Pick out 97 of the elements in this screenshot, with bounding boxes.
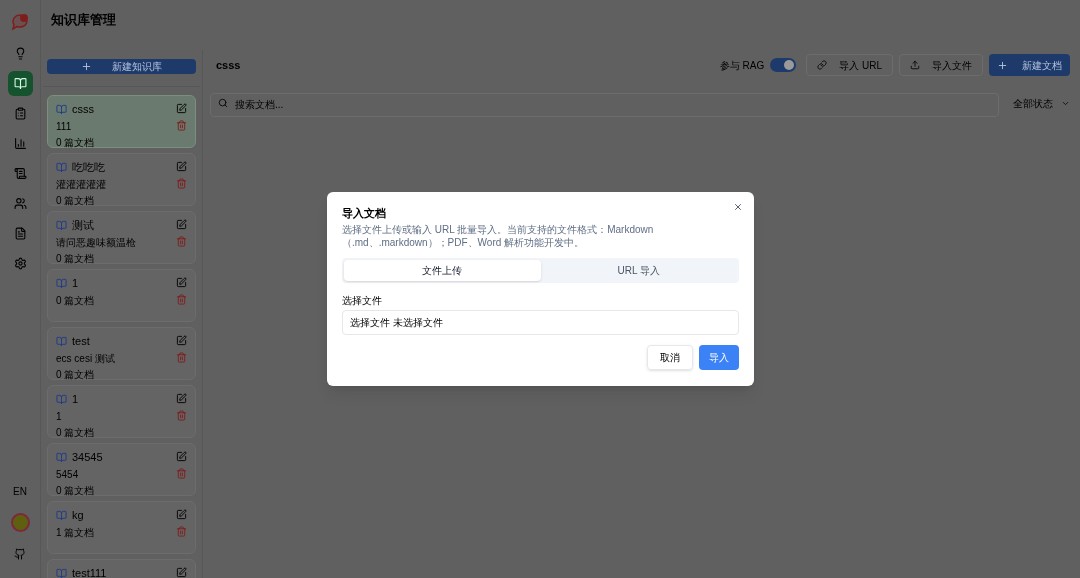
new-document-button[interactable]: 新建文档 xyxy=(989,54,1070,76)
knowledge-base-name: 34545 xyxy=(72,450,103,465)
book-icon xyxy=(56,277,67,289)
knowledge-base-description: 请问恶趣味额温枪 xyxy=(56,235,136,250)
knowledge-base-card[interactable]: 测试 请问恶趣味额温枪 0 篇文档 xyxy=(47,211,196,264)
document-count: 0 篇文档 xyxy=(56,251,96,266)
knowledge-base-card[interactable]: test111 xyxy=(47,559,196,578)
file-icon xyxy=(13,227,27,240)
edit-icon[interactable] xyxy=(176,161,187,172)
book-icon xyxy=(56,393,67,405)
knowledge-base-description: 灌灌灌灌灌 xyxy=(56,177,106,192)
status-dropdown[interactable]: 全部状态 xyxy=(1009,91,1070,116)
knowledge-base-card[interactable]: test ecs cesi 测试 0 篇文档 xyxy=(47,327,196,380)
knowledge-base-name: 1 xyxy=(72,276,79,291)
book-icon xyxy=(56,509,67,521)
delete-icon[interactable] xyxy=(176,294,187,305)
search-field[interactable]: 搜索文档... xyxy=(210,92,999,117)
bar-chart-icon xyxy=(13,137,27,150)
import-url-button[interactable]: 导入 URL xyxy=(806,54,893,76)
choose-file-button[interactable]: 选择文件 xyxy=(350,314,390,330)
knowledge-base-description: 1 xyxy=(56,409,63,424)
knowledge-base-name: 测试 xyxy=(72,218,94,233)
plus-icon xyxy=(81,61,92,72)
avatar xyxy=(10,513,30,532)
tab[interactable]: 文件上传 xyxy=(344,259,541,281)
edit-icon[interactable] xyxy=(176,335,187,346)
knowledge-base-card[interactable]: 1 1 0 篇文档 xyxy=(47,385,196,438)
book-icon xyxy=(56,335,67,347)
file-input[interactable]: 选择文件 未选择文件 xyxy=(342,309,739,335)
edit-icon[interactable] xyxy=(176,103,187,114)
document-count: 1 篇文档 xyxy=(56,525,95,540)
knowledge-base-title: csss xyxy=(215,57,241,73)
github-icon xyxy=(14,547,26,560)
delete-icon[interactable] xyxy=(176,120,187,131)
edit-icon[interactable] xyxy=(176,393,187,404)
rag-label: 参与 RAG xyxy=(719,58,765,73)
book-icon xyxy=(56,451,67,463)
book-icon xyxy=(13,77,27,90)
scroll-icon xyxy=(13,167,27,180)
page-title: 知识库管理 xyxy=(50,11,117,29)
close-icon xyxy=(733,202,743,212)
import-button[interactable]: 导入 xyxy=(699,344,739,370)
logo-icon xyxy=(10,12,30,32)
cancel-button[interactable]: 取消 xyxy=(647,344,693,370)
knowledge-base-card[interactable]: kg 1 篇文档 xyxy=(47,501,196,554)
knowledge-base-card[interactable]: 吃吃吃 灌灌灌灌灌 0 篇文档 xyxy=(47,153,196,206)
close-button[interactable] xyxy=(733,202,743,212)
document-count: 0 篇文档 xyxy=(56,367,96,382)
knowledge-base-name: 吃吃吃 xyxy=(72,160,105,175)
edit-icon[interactable] xyxy=(176,219,187,230)
knowledge-base-card[interactable]: 1 0 篇文档 xyxy=(47,269,196,322)
dialog-description: 选择文件上传或输入 URL 批量导入。当前支持的文件格式：Markdown（.md、.markdown）；PDF、Word 解析功能开发中。 xyxy=(342,222,655,249)
knowledge-base-name: kg xyxy=(72,508,84,523)
knowledge-base-name: test xyxy=(72,334,90,349)
edit-icon[interactable] xyxy=(176,277,187,288)
book-icon xyxy=(56,161,67,173)
book-icon xyxy=(56,567,67,578)
import-file-button[interactable]: 导入文件 xyxy=(899,54,983,76)
document-count: 0 篇文档 xyxy=(56,135,95,150)
plus-icon xyxy=(997,59,1008,71)
delete-icon[interactable] xyxy=(176,468,187,479)
file-status: 未选择文件 xyxy=(393,315,443,330)
document-count: 0 篇文档 xyxy=(56,293,95,308)
document-count: 0 篇文档 xyxy=(56,483,96,498)
delete-icon[interactable] xyxy=(176,526,187,537)
users-icon xyxy=(13,197,27,210)
file-label: 选择文件 xyxy=(342,293,383,308)
search-icon xyxy=(218,98,228,108)
document-count: 0 篇文档 xyxy=(56,193,96,208)
dialog-title: 导入文档 xyxy=(342,206,387,221)
new-knowledge-base-button[interactable]: 新建知识库 xyxy=(47,59,196,74)
delete-icon[interactable] xyxy=(176,178,187,189)
knowledge-base-name: csss xyxy=(72,102,94,117)
language-button[interactable]: EN xyxy=(7,479,33,504)
tab[interactable]: URL 导入 xyxy=(540,259,737,281)
knowledge-base-name: 1 xyxy=(72,392,79,407)
book-icon xyxy=(56,103,67,115)
edit-icon[interactable] xyxy=(176,451,187,462)
link-icon xyxy=(817,60,828,70)
delete-icon[interactable] xyxy=(176,352,187,363)
settings-icon xyxy=(13,257,27,270)
delete-icon[interactable] xyxy=(176,410,187,421)
knowledge-base-description: 111 xyxy=(56,119,73,134)
edit-icon[interactable] xyxy=(176,509,187,520)
knowledge-base-card[interactable]: csss 111 0 篇文档 xyxy=(47,95,196,148)
knowledge-base-description: 5454 xyxy=(56,467,80,482)
document-count: 0 篇文档 xyxy=(56,425,95,440)
edit-icon[interactable] xyxy=(176,567,187,578)
knowledge-base-name: test111 xyxy=(72,566,107,578)
knowledge-base-description: ecs cesi 测试 xyxy=(56,351,115,366)
book-icon xyxy=(56,219,67,231)
knowledge-base-card[interactable]: 34545 5454 0 篇文档 xyxy=(47,443,196,496)
nav-button[interactable] xyxy=(7,71,33,96)
rag-toggle[interactable] xyxy=(770,58,797,72)
clipboard-icon xyxy=(13,107,27,120)
delete-icon[interactable] xyxy=(176,236,187,247)
upload-icon xyxy=(910,60,920,70)
